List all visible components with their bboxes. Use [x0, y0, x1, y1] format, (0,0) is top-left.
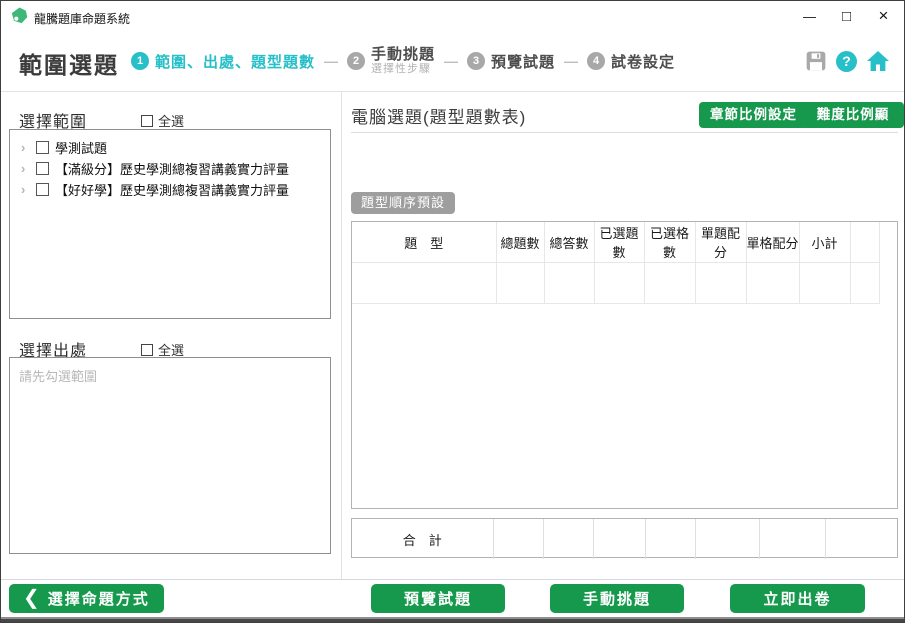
help-icon[interactable]: ? [836, 51, 857, 72]
computer-selection-title: 電腦選題(題型題數表) [351, 103, 526, 128]
col-points-per-question: 單題配分 [695, 222, 746, 263]
range-item-checkbox[interactable] [36, 141, 49, 154]
table-cell [594, 263, 644, 304]
range-item-checkbox[interactable] [36, 183, 49, 196]
app-window: 龍騰題庫命題系統 — □ × 範圍選題 1 範圍、出處、題型題數 — 2 手動挑… [0, 0, 905, 623]
chapter-ratio-button[interactable]: 章節比例設定 [699, 102, 808, 128]
col-subtotal: 小計 [799, 222, 850, 263]
step-dash: — [324, 53, 338, 69]
minimize-button[interactable]: — [791, 1, 828, 31]
question-type-order-preset-chip[interactable]: 題型順序預設 [351, 192, 455, 214]
step-dash: — [444, 53, 458, 69]
step-4-label: 試卷設定 [611, 51, 675, 72]
step-1-label: 範圍、出處、題型題數 [155, 51, 315, 72]
range-tree-item[interactable]: › 【好好學】歷史學測總複習講義實力評量 [10, 179, 330, 200]
range-select-all-label: 全選 [158, 111, 184, 130]
step-indicator: 1 範圍、出處、題型題數 — 2 手動挑題 選擇性步驟 — 3 預覽試題 — 4… [131, 31, 675, 91]
generate-paper-button[interactable]: 立即出卷 [730, 584, 865, 613]
table-cell [493, 519, 543, 559]
step-3-preview[interactable]: 3 預覽試題 [467, 51, 555, 72]
window-controls: — □ × [791, 1, 902, 31]
totals-row-container: 合 計 [351, 518, 898, 558]
totals-label: 合 計 [352, 519, 493, 559]
step-dash: — [564, 53, 578, 69]
taskbar-edge [1, 617, 904, 623]
range-tree-item[interactable]: › 學測試題 [10, 137, 330, 158]
range-item-checkbox[interactable] [36, 162, 49, 175]
totals-row: 合 計 [352, 519, 879, 559]
col-selected-questions: 已選題數 [594, 222, 644, 263]
range-item-label: 學測試題 [55, 138, 107, 157]
table-cell [543, 519, 593, 559]
table-header-row: 題 型 總題數 總答數 已選題數 已選格數 單題配分 單格配分 小計 [352, 222, 879, 263]
back-to-method-button[interactable]: ❮ 選擇命題方式 [9, 584, 164, 613]
source-placeholder-text: 請先勾選範圍 [19, 369, 97, 384]
title-bar: 龍騰題庫命題系統 — □ × [1, 1, 904, 31]
chevron-left-icon: ❮ [23, 588, 42, 608]
app-logo-icon [11, 7, 28, 24]
table-row [352, 263, 879, 304]
header-icons: ? [805, 31, 890, 91]
source-select-all-checkbox[interactable] [141, 344, 153, 356]
step-2-sublabel: 選擇性步驟 [371, 63, 435, 76]
page-title: 範圍選題 [19, 46, 119, 80]
window-title: 龍騰題庫命題系統 [34, 10, 130, 27]
table-cell [645, 519, 695, 559]
col-total-answers: 總答數 [544, 222, 594, 263]
step-3-number: 3 [467, 52, 485, 70]
difficulty-ratio-button[interactable]: 難度比例顯示 [802, 102, 904, 128]
back-button-label: 選擇命題方式 [48, 588, 150, 609]
range-select-all-checkbox[interactable] [141, 115, 153, 127]
table-cell [593, 519, 645, 559]
chevron-right-icon[interactable]: › [21, 183, 30, 196]
range-item-label: 【好好學】歷史學測總複習講義實力評量 [55, 180, 289, 199]
chevron-right-icon[interactable]: › [21, 162, 30, 175]
step-2-label: 手動挑題 [371, 46, 435, 63]
table-cell [695, 519, 759, 559]
range-tree-item[interactable]: › 【滿級分】歷史學測總複習講義實力評量 [10, 158, 330, 179]
footer-divider [1, 579, 904, 580]
range-tree[interactable]: › 學測試題 › 【滿級分】歷史學測總複習講義實力評量 › 【好好學】歷史學測總… [9, 129, 331, 319]
step-1-range[interactable]: 1 範圍、出處、題型題數 [131, 51, 315, 72]
page-header: 範圍選題 1 範圍、出處、題型題數 — 2 手動挑題 選擇性步驟 — 3 預覽試… [1, 31, 904, 91]
table-cell [759, 519, 825, 559]
panel-divider [341, 92, 342, 579]
range-item-label: 【滿級分】歷史學測總複習講義實力評量 [55, 159, 289, 178]
table-cell [544, 263, 594, 304]
table-cell [644, 263, 695, 304]
step-2-manual-pick[interactable]: 2 手動挑題 選擇性步驟 [347, 46, 435, 76]
col-question-type: 題 型 [352, 222, 496, 263]
table-cell [496, 263, 544, 304]
step-4-number: 4 [587, 52, 605, 70]
col-extra [850, 222, 879, 263]
question-type-table-container: 題 型 總題數 總答數 已選題數 已選格數 單題配分 單格配分 小計 [351, 221, 898, 509]
step-3-label: 預覽試題 [491, 51, 555, 72]
table-cell [352, 263, 496, 304]
home-icon[interactable] [866, 50, 890, 72]
preview-questions-button[interactable]: 預覽試題 [371, 584, 505, 613]
totals-table: 合 計 [352, 519, 879, 559]
save-icon[interactable] [805, 50, 827, 72]
header-divider [1, 91, 904, 92]
table-cell [746, 263, 799, 304]
range-select-all[interactable]: 全選 [141, 111, 184, 130]
col-total-questions: 總題數 [496, 222, 544, 263]
source-list[interactable]: 請先勾選範圍 [9, 357, 331, 554]
table-cell [825, 519, 879, 559]
close-button[interactable]: × [865, 1, 902, 31]
step-1-number: 1 [131, 52, 149, 70]
col-selected-blanks: 已選格數 [644, 222, 695, 263]
manual-pick-button[interactable]: 手動挑題 [550, 584, 684, 613]
step-2-number: 2 [347, 52, 365, 70]
maximize-button[interactable]: □ [828, 1, 865, 31]
table-cell [695, 263, 746, 304]
step-4-paper-settings[interactable]: 4 試卷設定 [587, 51, 675, 72]
table-cell [850, 263, 879, 304]
question-type-table: 題 型 總題數 總答數 已選題數 已選格數 單題配分 單格配分 小計 [352, 222, 880, 304]
col-points-per-blank: 單格配分 [746, 222, 799, 263]
table-cell [799, 263, 850, 304]
chevron-right-icon[interactable]: › [21, 141, 30, 154]
right-panel-divider [351, 132, 898, 133]
